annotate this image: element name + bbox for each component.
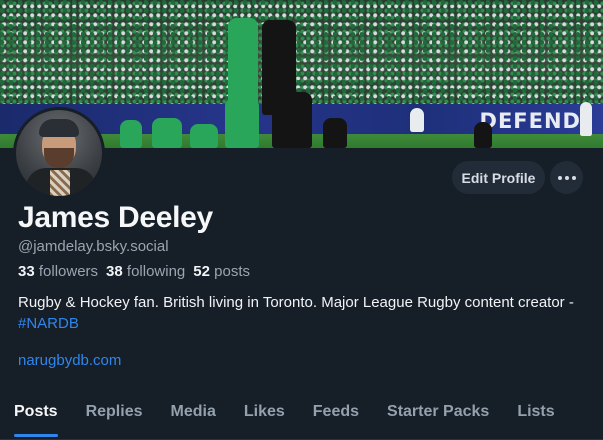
banner-player [323,118,347,148]
tab-starter-packs[interactable]: Starter Packs [373,390,503,439]
display-name: James Deeley [18,201,213,234]
tab-posts[interactable]: Posts [0,390,72,439]
avatar[interactable] [13,107,105,199]
avatar-cap [39,119,79,137]
tab-lists[interactable]: Lists [503,390,568,439]
banner-player [474,122,492,148]
banner-player [120,120,142,148]
tab-media[interactable]: Media [157,390,230,439]
more-options-button[interactable] [550,161,583,194]
following-count: 38 [106,263,123,280]
user-handle: @jamdelay.bsky.social [18,238,169,255]
banner-player [228,18,258,108]
bio-hashtag-link[interactable]: #NARDB [18,315,79,332]
tab-feeds[interactable]: Feeds [299,390,373,439]
banner-player [410,108,424,132]
posts-label: posts [214,263,250,280]
profile-stats: 33 followers 38 following 52 posts [18,263,250,280]
bio-text: Rugby & Hockey fan. British living in To… [18,294,574,311]
website-link[interactable]: narugbydb.com [18,352,121,369]
profile-bio: Rugby & Hockey fan. British living in To… [18,292,578,334]
banner-player [190,124,218,148]
banner-player [152,118,182,148]
followers-stat[interactable]: 33 followers [18,263,98,280]
avatar-shirt [50,170,70,196]
banner-player [272,92,312,148]
banner-player [225,98,259,148]
following-stat[interactable]: 38 following [106,263,185,280]
posts-count: 52 [193,263,210,280]
followers-count: 33 [18,263,35,280]
banner-ad-text: DEFEND [479,109,581,133]
followers-label: followers [38,263,99,280]
profile-tabs: Posts Replies Media Likes Feeds Starter … [0,390,603,440]
ellipsis-icon [556,175,577,180]
tab-likes[interactable]: Likes [230,390,299,439]
avatar-beard [44,148,74,168]
posts-stat: 52 posts [193,263,250,280]
banner-player [580,102,592,136]
following-label: following [126,263,186,280]
tab-replies[interactable]: Replies [72,390,157,439]
edit-profile-button[interactable]: Edit Profile [452,161,545,194]
